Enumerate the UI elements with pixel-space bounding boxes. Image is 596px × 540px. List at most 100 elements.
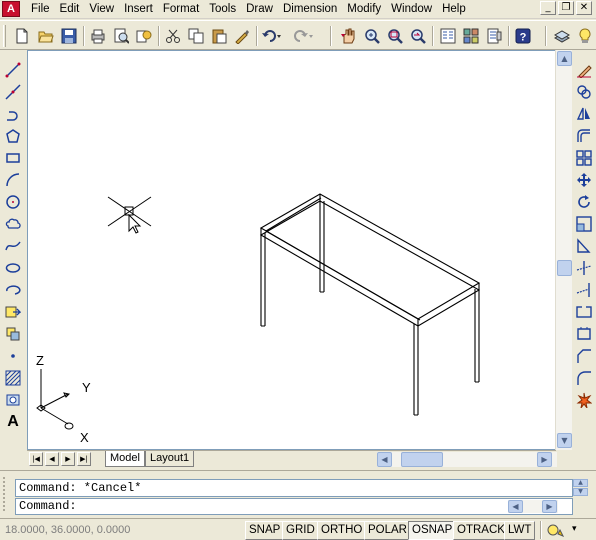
paste-icon[interactable] bbox=[208, 25, 230, 47]
vertical-scrollbar[interactable]: ▲ ▼ bbox=[555, 50, 572, 450]
fillet-icon[interactable] bbox=[573, 368, 595, 388]
cut-icon[interactable] bbox=[162, 25, 184, 47]
command-scroll-left-icon[interactable]: ◀ bbox=[508, 500, 523, 513]
menu-format[interactable]: Format bbox=[158, 2, 204, 17]
command-scroll-down-icon[interactable]: ▼ bbox=[573, 488, 588, 496]
plot-preview-icon[interactable] bbox=[110, 25, 132, 47]
model-space-canvas[interactable]: Z Y X bbox=[28, 51, 556, 450]
menu-dimension[interactable]: Dimension bbox=[278, 2, 342, 17]
publish-icon[interactable] bbox=[133, 25, 155, 47]
circle-icon[interactable] bbox=[2, 192, 24, 212]
menu-file[interactable]: File bbox=[26, 2, 55, 17]
move-icon[interactable] bbox=[573, 170, 595, 190]
last-tab-icon[interactable]: ▶| bbox=[77, 452, 91, 466]
prev-tab-icon[interactable]: ◀ bbox=[45, 452, 59, 466]
stretch-icon[interactable] bbox=[573, 236, 595, 256]
scale-icon[interactable] bbox=[573, 214, 595, 234]
chamfer-icon[interactable] bbox=[573, 346, 595, 366]
point-icon[interactable] bbox=[2, 346, 24, 366]
menu-edit[interactable]: Edit bbox=[55, 2, 85, 17]
offset-icon[interactable] bbox=[573, 126, 595, 146]
redo-icon[interactable] bbox=[292, 25, 314, 47]
osnap-toggle[interactable]: OSNAP bbox=[408, 521, 457, 540]
next-tab-icon[interactable]: ▶ bbox=[61, 452, 75, 466]
undo-icon[interactable] bbox=[260, 25, 282, 47]
polar-toggle[interactable]: POLAR bbox=[364, 521, 411, 540]
command-window-grip[interactable] bbox=[3, 477, 11, 511]
close-button[interactable]: ✕ bbox=[576, 1, 592, 15]
restore-button[interactable]: ❐ bbox=[558, 1, 574, 15]
new-icon[interactable] bbox=[11, 25, 33, 47]
spline-icon[interactable] bbox=[2, 236, 24, 256]
vertical-scroll-thumb[interactable] bbox=[557, 260, 572, 276]
tray-settings-icon[interactable] bbox=[546, 522, 565, 540]
lwt-toggle[interactable]: LWT bbox=[504, 521, 536, 540]
layer-state-icon[interactable] bbox=[574, 25, 596, 47]
join-icon[interactable] bbox=[573, 324, 595, 344]
pan-icon[interactable] bbox=[337, 25, 359, 47]
command-line-input[interactable]: Command: bbox=[15, 498, 573, 515]
revision-cloud-icon[interactable] bbox=[2, 214, 24, 234]
rectangle-icon[interactable] bbox=[2, 148, 24, 168]
scroll-left-icon[interactable]: ◀ bbox=[377, 452, 392, 467]
command-horizontal-scrollbar[interactable]: ◀ ▶ bbox=[508, 500, 558, 513]
arc-icon[interactable] bbox=[2, 170, 24, 190]
break-icon[interactable] bbox=[573, 302, 595, 322]
scroll-up-icon[interactable]: ▲ bbox=[557, 51, 572, 66]
minimize-button[interactable]: _ bbox=[540, 1, 556, 15]
line-icon[interactable] bbox=[2, 60, 24, 80]
menu-insert[interactable]: Insert bbox=[119, 2, 158, 17]
layers-icon[interactable] bbox=[551, 25, 573, 47]
hatch-icon[interactable] bbox=[2, 368, 24, 388]
design-center-icon[interactable] bbox=[460, 25, 482, 47]
command-scroll-up-icon[interactable]: ▲ bbox=[573, 479, 588, 487]
zoom-realtime-icon[interactable] bbox=[361, 25, 383, 47]
extend-icon[interactable] bbox=[573, 280, 595, 300]
polygon-icon[interactable] bbox=[2, 126, 24, 146]
menu-modify[interactable]: Modify bbox=[342, 2, 386, 17]
mirror-icon[interactable] bbox=[573, 104, 595, 124]
rotate-icon[interactable] bbox=[573, 192, 595, 212]
zoom-window-icon[interactable] bbox=[384, 25, 406, 47]
ortho-toggle[interactable]: ORTHO bbox=[317, 521, 367, 540]
construction-line-icon[interactable] bbox=[2, 82, 24, 102]
explode-icon[interactable] bbox=[573, 390, 595, 410]
array-icon[interactable] bbox=[573, 148, 595, 168]
match-properties-icon[interactable] bbox=[231, 25, 253, 47]
otrack-toggle[interactable]: OTRACK bbox=[453, 521, 509, 540]
help-icon[interactable]: ? bbox=[512, 25, 534, 47]
tab-layout1[interactable]: Layout1 bbox=[145, 451, 195, 467]
toolbar-grip[interactable] bbox=[3, 25, 6, 47]
horizontal-scrollbar[interactable]: ◀ ▶ bbox=[377, 452, 557, 467]
menu-draw[interactable]: Draw bbox=[241, 2, 278, 17]
menu-view[interactable]: View bbox=[84, 2, 119, 17]
make-block-icon[interactable] bbox=[2, 324, 24, 344]
region-icon[interactable] bbox=[2, 390, 24, 410]
menu-help[interactable]: Help bbox=[437, 2, 471, 17]
ellipse-arc-icon[interactable] bbox=[2, 280, 24, 300]
grid-toggle[interactable]: GRID bbox=[282, 521, 319, 540]
copy-object-icon[interactable] bbox=[573, 82, 595, 102]
polyline-icon[interactable] bbox=[2, 104, 24, 124]
command-scroll-right-icon[interactable]: ▶ bbox=[542, 500, 557, 513]
drawing-area[interactable]: Z Y X bbox=[27, 50, 556, 450]
trim-icon[interactable] bbox=[573, 258, 595, 278]
copy-icon[interactable] bbox=[185, 25, 207, 47]
coordinate-readout[interactable]: 18.0000, 36.0000, 0.0000 bbox=[5, 524, 130, 536]
menu-tools[interactable]: Tools bbox=[204, 2, 241, 17]
tool-palettes-icon[interactable] bbox=[483, 25, 505, 47]
horizontal-scroll-thumb[interactable] bbox=[401, 452, 443, 467]
multiline-text-icon[interactable]: A bbox=[2, 412, 24, 432]
menu-window[interactable]: Window bbox=[386, 2, 437, 17]
first-tab-icon[interactable]: |◀ bbox=[29, 452, 43, 466]
erase-icon[interactable] bbox=[573, 60, 595, 80]
snap-toggle[interactable]: SNAP bbox=[245, 521, 285, 540]
scroll-right-icon[interactable]: ▶ bbox=[537, 452, 552, 467]
zoom-previous-icon[interactable] bbox=[407, 25, 429, 47]
scroll-down-icon[interactable]: ▼ bbox=[557, 433, 572, 448]
app-icon[interactable]: A bbox=[2, 1, 20, 17]
ellipse-icon[interactable] bbox=[2, 258, 24, 278]
status-menu-icon[interactable]: ▾ bbox=[572, 524, 577, 534]
tab-model[interactable]: Model bbox=[105, 451, 145, 467]
save-icon[interactable] bbox=[58, 25, 80, 47]
